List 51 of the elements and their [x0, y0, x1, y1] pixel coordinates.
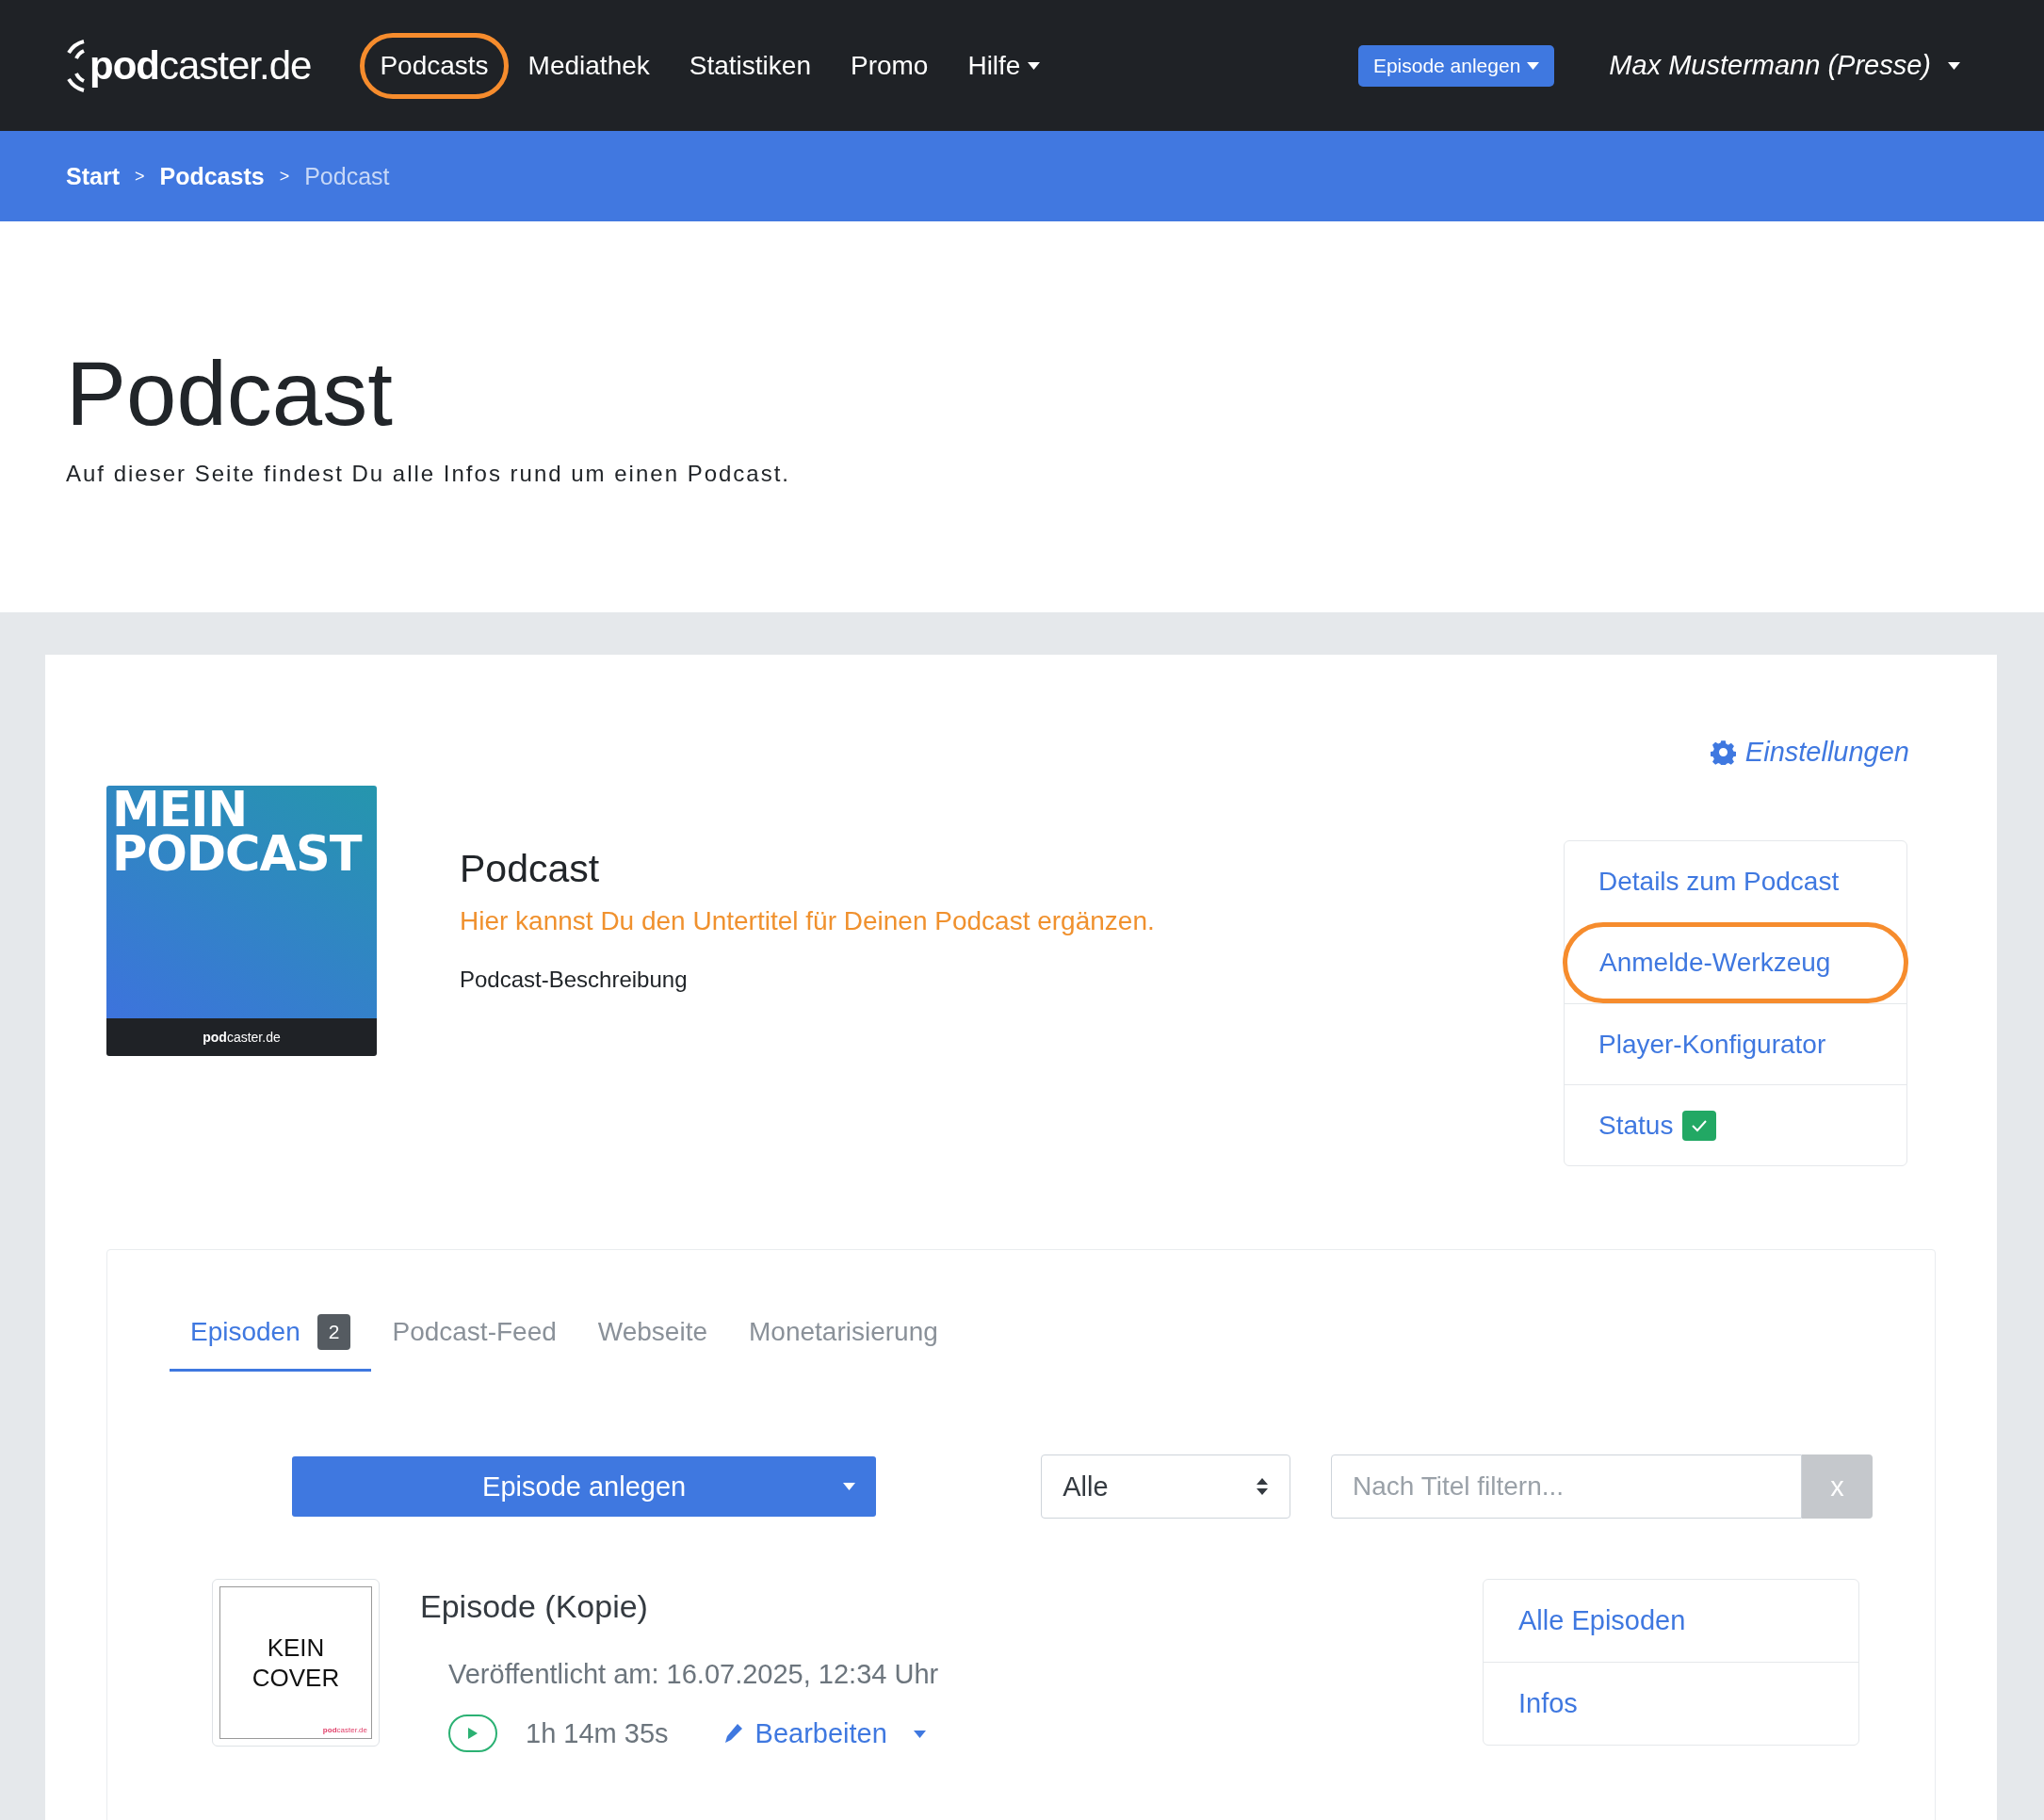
menu-link[interactable]: Alle Episoden: [1484, 1580, 1858, 1662]
logo[interactable]: podcaster.de: [89, 42, 312, 89]
publish-date: Veröffentlicht am: 16.07.2025, 12:34 Uhr: [448, 1659, 940, 1690]
cover-text: KEIN COVER: [251, 1632, 340, 1694]
settings-icon: [1710, 739, 1736, 765]
play-button[interactable]: [448, 1714, 497, 1752]
count-badge: 2: [316, 1314, 351, 1350]
breadcrumb-separator: >: [279, 166, 290, 187]
filter-select[interactable]: Alle: [1041, 1454, 1290, 1519]
settings-link[interactable]: Einstellungen: [1710, 737, 1909, 768]
podcast-title: Podcast: [460, 847, 601, 891]
pencil-icon: [722, 1722, 744, 1745]
caret-icon: [1527, 61, 1540, 70]
edit-link[interactable]: Bearbeiten: [722, 1717, 887, 1749]
caret-icon: [1948, 61, 1960, 70]
create-episode-button[interactable]: Episode anlegen: [1357, 44, 1555, 87]
tab[interactable]: Episoden 2: [170, 1297, 372, 1372]
nav-link[interactable]: Hilfe: [948, 32, 1061, 99]
tab[interactable]: Monetarisierung: [728, 1297, 959, 1372]
search-field[interactable]: Nach Titel filtern...: [1331, 1454, 1802, 1519]
nav-link[interactable]: Podcasts: [360, 32, 509, 99]
podcast-description: Podcast-Beschreibung: [460, 967, 689, 993]
cover-logo: podcaster.de: [322, 1726, 367, 1734]
menu-link[interactable]: Status: [1565, 1084, 1906, 1165]
cover-logo: podcaster.de: [203, 1030, 281, 1045]
breadcrumb-link[interactable]: Start: [66, 162, 120, 190]
nav-link[interactable]: Mediathek: [508, 32, 670, 99]
breadcrumb-link[interactable]: Podcasts: [159, 162, 265, 190]
caret-icon: [843, 1483, 856, 1490]
menu-link[interactable]: Details zum Podcast: [1565, 841, 1906, 922]
caret-icon: [913, 1731, 926, 1738]
episode-duration: 1h 14m 35s: [526, 1717, 669, 1749]
episode-title: Episode (Kopie): [420, 1588, 649, 1625]
menu-link[interactable]: Infos: [1484, 1662, 1858, 1745]
breadcrumb-current: Podcast: [304, 162, 390, 190]
user-menu[interactable]: Max Mustermann (Presse): [1609, 50, 1960, 81]
cover-title: MEIN PODCAST: [112, 788, 364, 877]
tab[interactable]: Webseite: [576, 1297, 728, 1372]
breadcrumb-separator: >: [134, 166, 145, 187]
nav-link[interactable]: Promo: [830, 32, 949, 99]
play-icon: [467, 1727, 479, 1740]
sound-waves-icon: [65, 37, 86, 94]
tab[interactable]: Podcast-Feed: [371, 1297, 577, 1372]
podcast-subtitle: Hier kannst Du den Untertitel für Deinen Podcast ergänzen.: [460, 906, 1156, 936]
page-title: Podcast: [66, 344, 394, 444]
page-lead: Auf dieser Seite findest Du alle Infos rund um einen Podcast.: [66, 460, 792, 487]
menu-link[interactable]: Anmelde-Werkzeug: [1563, 922, 1908, 1003]
nav-link[interactable]: Statistiken: [669, 32, 831, 99]
menu-link[interactable]: Player-Konfigurator: [1565, 1003, 1906, 1084]
create-episode-button[interactable]: Episode anlegen: [292, 1456, 877, 1517]
sort-arrows-icon: [1256, 1477, 1269, 1496]
